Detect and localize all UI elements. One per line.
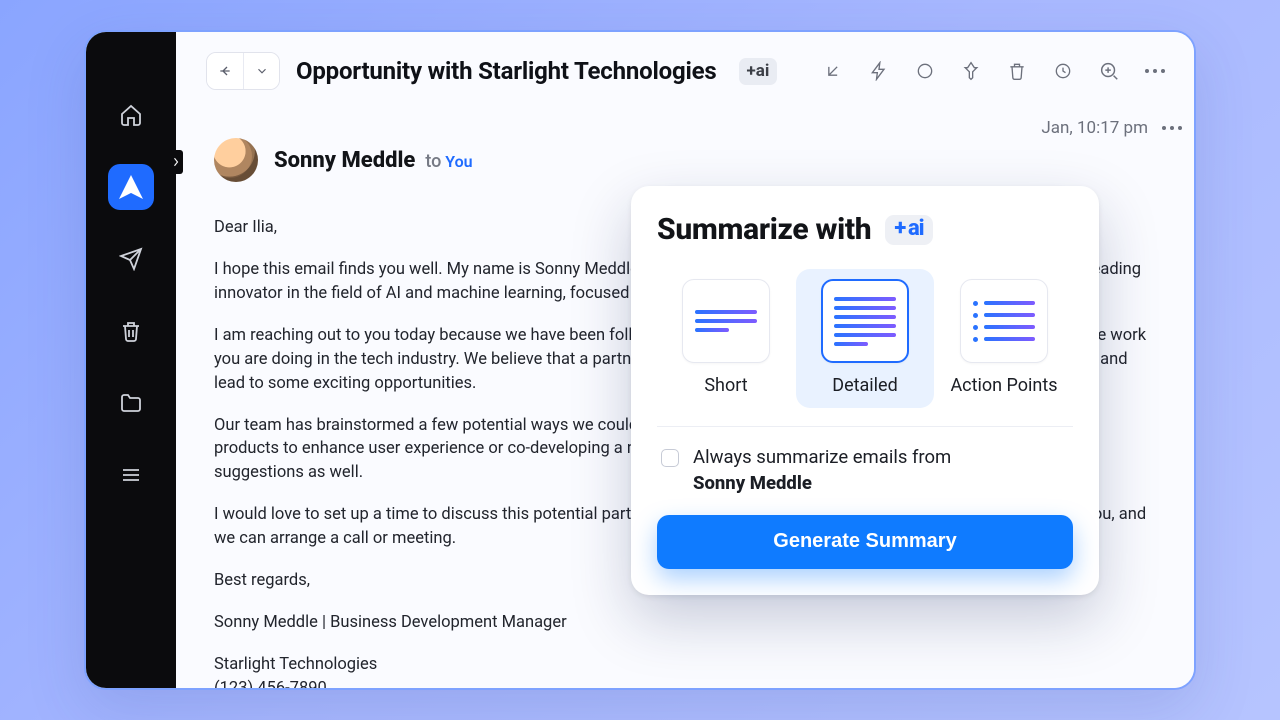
ai-chip[interactable]: +ai [739, 58, 778, 85]
email-body: Jan, 10:17 pm Sonny Meddle to You Dear I… [176, 110, 1194, 688]
ai-badge: +ai [885, 215, 932, 245]
email-subject: Opportunity with Starlight Technologies [296, 57, 717, 85]
option-detailed-thumb [821, 279, 909, 363]
email-paragraph: Starlight Technologies (123) 456-7890 [214, 653, 1154, 688]
toolbar [822, 60, 1166, 82]
zoom-add-icon[interactable] [1098, 60, 1120, 82]
avatar [214, 138, 258, 182]
menu-icon[interactable] [108, 452, 154, 498]
nav-back-forward [206, 52, 280, 90]
more-icon[interactable] [1144, 60, 1166, 82]
trash-icon[interactable] [108, 308, 154, 354]
option-short-label: Short [657, 375, 795, 396]
ai-badge-plus: + [894, 218, 906, 240]
send-icon[interactable] [108, 236, 154, 282]
message-timestamp: Jan, 10:17 pm [1041, 118, 1148, 138]
circle-icon[interactable] [914, 60, 936, 82]
home-icon[interactable] [108, 92, 154, 138]
back-button[interactable] [207, 53, 243, 89]
bolt-icon[interactable] [868, 60, 890, 82]
folder-icon[interactable] [108, 380, 154, 426]
popup-divider [657, 426, 1073, 427]
always-text: Always summarize emails from Sonny Meddl… [693, 445, 951, 497]
option-detailed-label: Detailed [796, 375, 934, 396]
option-action-thumb [960, 279, 1048, 363]
delete-icon[interactable] [1006, 60, 1028, 82]
to-value[interactable]: You [445, 152, 472, 171]
option-action-label: Action Points [935, 375, 1073, 396]
ai-badge-text: ai [908, 218, 924, 240]
to-label: to [425, 151, 441, 172]
email-paragraph: Sonny Meddle | Business Development Mana… [214, 611, 1154, 635]
always-name: Sonny Meddle [693, 471, 951, 497]
message-meta: Jan, 10:17 pm [1041, 118, 1182, 138]
compose-icon[interactable] [108, 164, 154, 210]
option-action[interactable]: Action Points [935, 269, 1073, 408]
option-detailed[interactable]: Detailed [796, 269, 934, 408]
message-more-icon[interactable] [1162, 126, 1182, 130]
from-row: Sonny Meddle to You [214, 138, 1156, 182]
sender-name: Sonny Meddle [274, 148, 415, 173]
popup-title: Summarize with [657, 212, 871, 247]
summarize-popup: Summarize with +ai Short [631, 186, 1099, 595]
pin-icon[interactable] [960, 60, 982, 82]
popup-title-row: Summarize with +ai [657, 212, 1073, 247]
clock-icon[interactable] [1052, 60, 1074, 82]
option-short[interactable]: Short [657, 269, 795, 408]
main-pane: Opportunity with Starlight Technologies … [176, 32, 1194, 688]
option-short-thumb [682, 279, 770, 363]
topbar: Opportunity with Starlight Technologies … [176, 32, 1194, 110]
dropdown-button[interactable] [243, 53, 279, 89]
summary-options: Short Detailed [657, 269, 1073, 408]
always-checkbox[interactable] [661, 449, 679, 467]
app-window: Opportunity with Starlight Technologies … [84, 30, 1196, 690]
generate-button[interactable]: Generate Summary [657, 515, 1073, 569]
sidebar [86, 32, 176, 688]
always-prefix: Always summarize emails from [693, 446, 951, 468]
collapse-icon[interactable] [822, 60, 844, 82]
always-summarize-row: Always summarize emails from Sonny Meddl… [657, 445, 1073, 497]
